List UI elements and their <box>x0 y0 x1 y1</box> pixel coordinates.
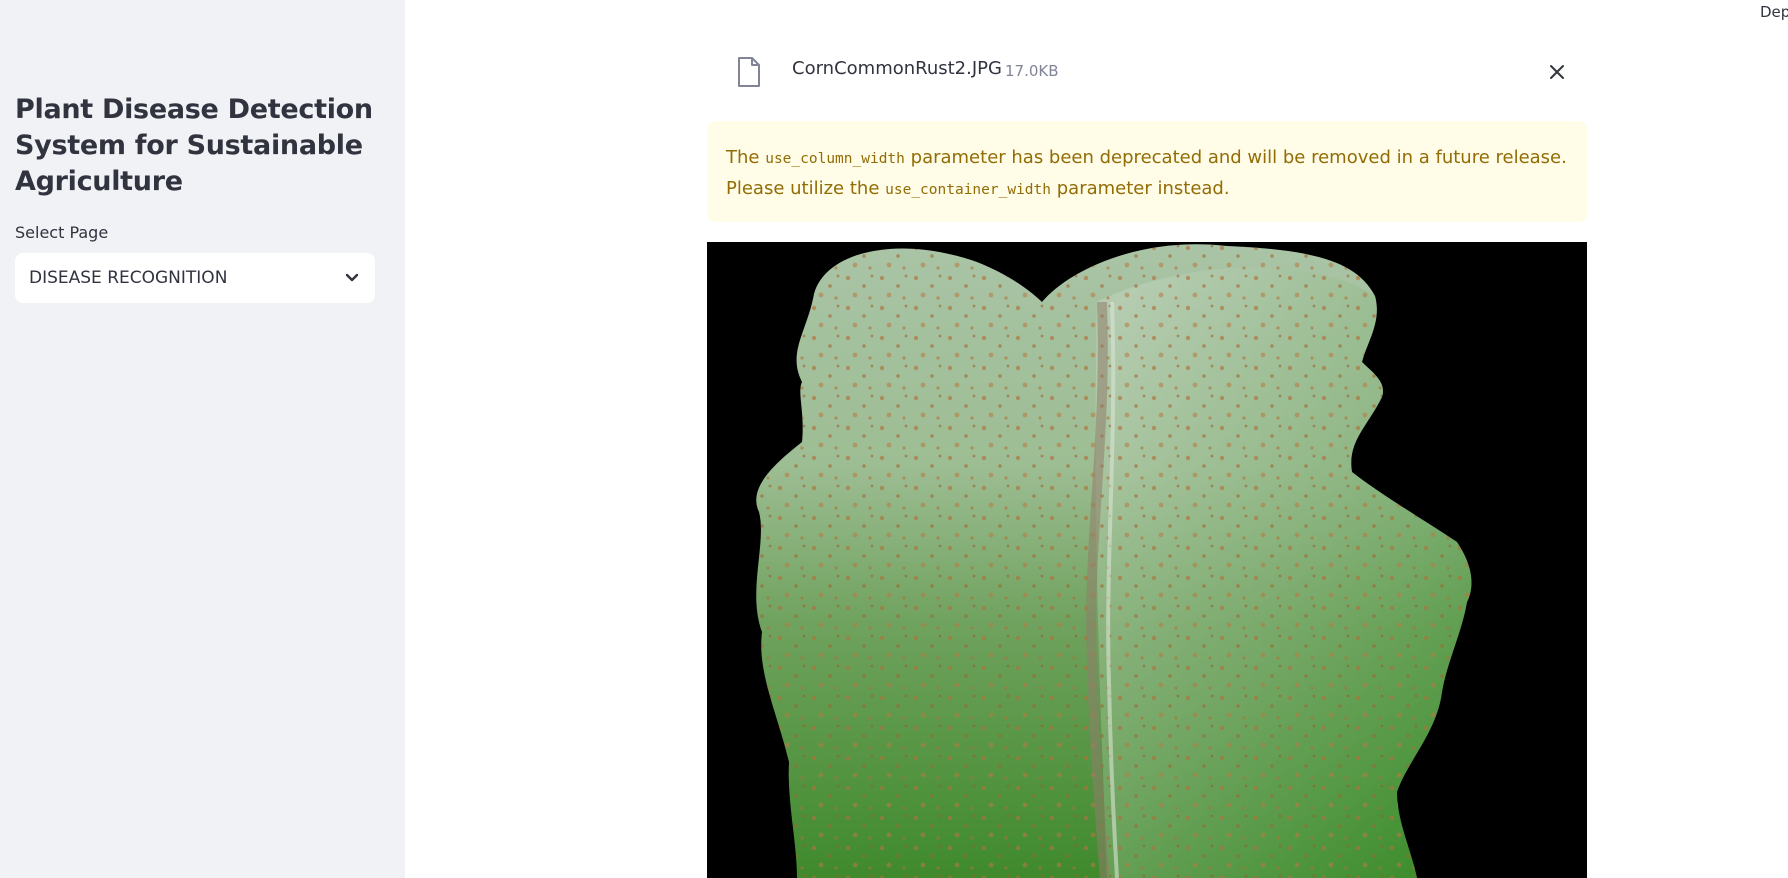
page-select[interactable]: DISEASE RECOGNITION <box>15 253 375 303</box>
uploaded-leaf-image <box>707 242 1587 878</box>
warning-code-1: use_column_width <box>765 151 905 167</box>
page-select-value: DISEASE RECOGNITION <box>29 268 228 288</box>
chevron-down-icon <box>343 269 361 287</box>
warning-text-1: The <box>726 147 760 168</box>
file-icon <box>736 56 762 88</box>
deprecation-warning: The use_column_width parameter has been … <box>707 121 1587 222</box>
select-page-label: Select Page <box>15 223 109 242</box>
file-size: 17.0KB <box>1005 62 1059 80</box>
warning-text-3: parameter instead. <box>1056 178 1230 199</box>
sidebar: Plant Disease Detection System for Susta… <box>0 0 405 878</box>
warning-code-2: use_container_width <box>885 182 1051 198</box>
file-name: CornCommonRust2.JPG <box>792 58 1002 79</box>
close-icon[interactable] <box>1543 58 1571 86</box>
app-title: Plant Disease Detection System for Susta… <box>15 94 373 197</box>
uploaded-file-row: CornCommonRust2.JPG 17.0KB <box>707 44 1587 100</box>
deploy-button[interactable]: Deploy <box>1760 3 1788 21</box>
